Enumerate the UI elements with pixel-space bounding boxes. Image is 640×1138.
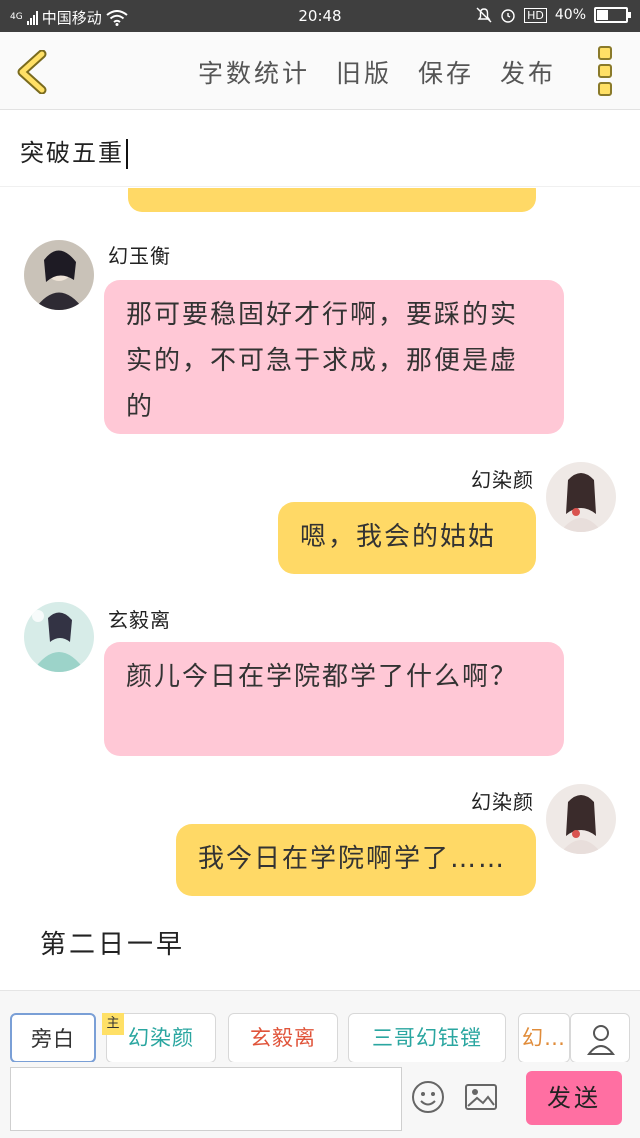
image-icon[interactable] — [464, 1080, 498, 1114]
role-item[interactable]: 幻… — [518, 1013, 570, 1063]
word-count-button[interactable]: 字数统计 — [198, 54, 310, 90]
bell-off-icon — [476, 7, 492, 23]
avatar[interactable] — [546, 462, 616, 532]
input-bar: 发送 — [0, 1062, 640, 1138]
sender-name: 幻染颜 — [471, 790, 534, 814]
role-item[interactable]: 玄毅离 — [228, 1013, 338, 1063]
avatar[interactable] — [546, 784, 616, 854]
chat-area[interactable]: 幻玉衡 那可要稳固好才行啊，要踩的实实的，不可急于求成，那便是虚的 幻染颜 嗯，… — [0, 188, 640, 988]
avatar[interactable] — [24, 602, 94, 672]
hd-badge: HD — [524, 7, 547, 23]
old-version-button[interactable]: 旧版 — [336, 54, 392, 90]
alarm-icon — [501, 9, 515, 23]
send-button[interactable]: 发送 — [526, 1071, 622, 1125]
role-item[interactable]: 三哥幻钰镗 — [348, 1013, 506, 1063]
sender-name: 玄毅离 — [108, 608, 171, 632]
battery-percent: 40% — [554, 7, 586, 23]
avatar[interactable] — [24, 240, 94, 310]
user-icon — [586, 1025, 616, 1055]
message-bubble[interactable]: 嗯，我会的姑姑 — [278, 502, 536, 574]
narration-text[interactable]: 第二日一早 — [40, 924, 185, 961]
story-title: 突破五重 — [20, 139, 124, 167]
chevron-left-icon[interactable] — [14, 50, 50, 94]
publish-button[interactable]: 发布 — [500, 54, 556, 90]
more-vertical-icon[interactable] — [598, 46, 614, 96]
status-bar: 4G 中国移动 20:48 HD 40% — [0, 0, 640, 32]
text-caret — [126, 139, 128, 169]
message-bubble[interactable]: 颜儿今日在学院都学了什么啊？ — [104, 642, 564, 756]
sender-name: 幻染颜 — [471, 468, 534, 492]
previous-bubble — [128, 188, 536, 212]
battery-fill — [597, 10, 609, 20]
save-button[interactable]: 保存 — [418, 54, 474, 90]
battery-icon — [594, 7, 631, 23]
toolbar-actions: 字数统计 旧版 保存 发布 — [198, 54, 556, 90]
user-button[interactable] — [570, 1013, 630, 1063]
message-bubble[interactable]: 那可要稳固好才行啊，要踩的实实的，不可急于求成，那便是虚的 — [104, 280, 564, 434]
message-input[interactable] — [10, 1067, 402, 1131]
message-bubble[interactable]: 我今日在学院啊学了…… — [176, 824, 536, 896]
main-role-badge: 主 — [102, 1013, 124, 1035]
role-narrator[interactable]: 旁白 — [10, 1013, 96, 1063]
sender-name: 幻玉衡 — [108, 244, 171, 268]
title-field[interactable]: 突破五重 — [0, 111, 640, 187]
top-toolbar: 字数统计 旧版 保存 发布 — [0, 32, 640, 110]
smiley-icon[interactable] — [411, 1080, 445, 1114]
role-selector: 旁白 主 幻染颜 玄毅离 三哥幻钰镗 幻… — [0, 990, 640, 1063]
